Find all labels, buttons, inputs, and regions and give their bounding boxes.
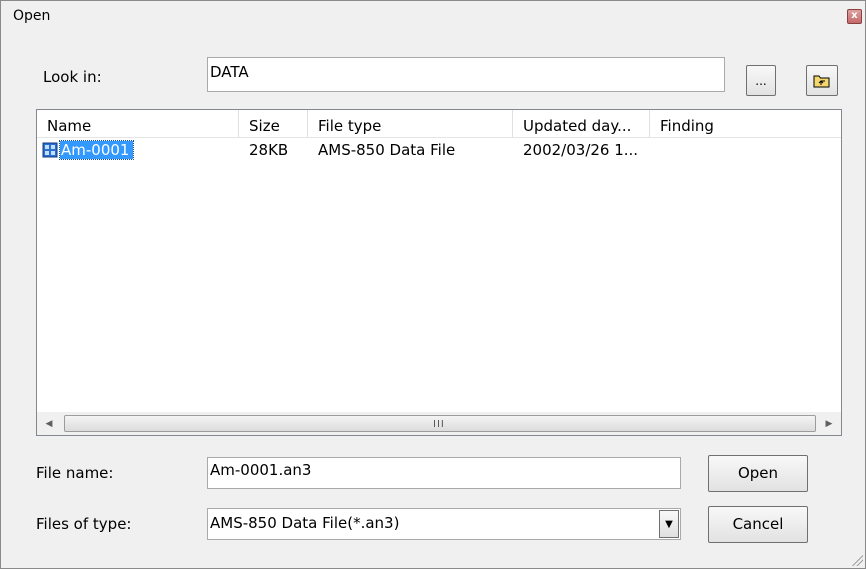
list-item-name: Am-0001 (58, 139, 135, 161)
cancel-button[interactable]: Cancel (708, 506, 808, 543)
file-name-label: File name: (36, 464, 114, 482)
up-folder-button[interactable] (806, 65, 838, 96)
open-button[interactable]: Open (708, 455, 808, 492)
file-type-select[interactable]: AMS-850 Data File(*.an3) ▼ (207, 508, 681, 540)
file-name-input[interactable]: Am-0001.an3 (207, 457, 681, 489)
list-item-file-type: AMS-850 Data File (318, 141, 456, 159)
folder-up-icon (813, 75, 830, 88)
dialog-title: Open (13, 8, 51, 24)
resize-grip-icon[interactable] (849, 552, 863, 566)
column-header-finding[interactable]: Finding (650, 110, 841, 137)
list-item-name-text: Am-0001 (58, 140, 135, 160)
file-list[interactable]: Name Size File type Updated day... Findi… (36, 109, 842, 436)
scroll-right-icon[interactable]: ▶ (819, 413, 839, 435)
browse-button[interactable]: ... (746, 65, 776, 96)
look-in-label-text: Look in: (43, 68, 102, 86)
column-header-size[interactable]: Size (239, 110, 308, 137)
list-item[interactable]: Am-0001 28KB AMS-850 Data File 2002/03/2… (37, 139, 841, 161)
scroll-thumb[interactable]: III (64, 415, 816, 432)
files-of-type-label: Files of type: (36, 515, 132, 533)
column-header-updated-day[interactable]: Updated day... (513, 110, 650, 137)
horizontal-scrollbar[interactable]: ◀ III ▶ (37, 412, 841, 435)
column-header-file-type[interactable]: File type (308, 110, 513, 137)
data-file-icon (42, 142, 58, 158)
close-icon[interactable]: x (847, 9, 862, 24)
open-dialog: Open x Look in: DATA ... Name Size File … (0, 0, 866, 569)
list-item-size: 28KB (249, 141, 289, 159)
file-type-value: AMS-850 Data File(*.an3) (210, 514, 400, 532)
open-button-label: Open (737, 464, 779, 482)
chevron-down-icon[interactable]: ▼ (659, 510, 679, 538)
scroll-left-icon[interactable]: ◀ (39, 413, 59, 435)
list-item-updated: 2002/03/26 1... (523, 141, 639, 159)
look-in-label: Look in: (43, 67, 102, 87)
list-header: Name Size File type Updated day... Findi… (37, 110, 841, 138)
column-header-name[interactable]: Name (37, 110, 239, 137)
look-in-field[interactable]: DATA (207, 57, 725, 92)
title-bar[interactable]: Open x (1, 1, 865, 31)
scroll-grip: III (433, 419, 445, 430)
